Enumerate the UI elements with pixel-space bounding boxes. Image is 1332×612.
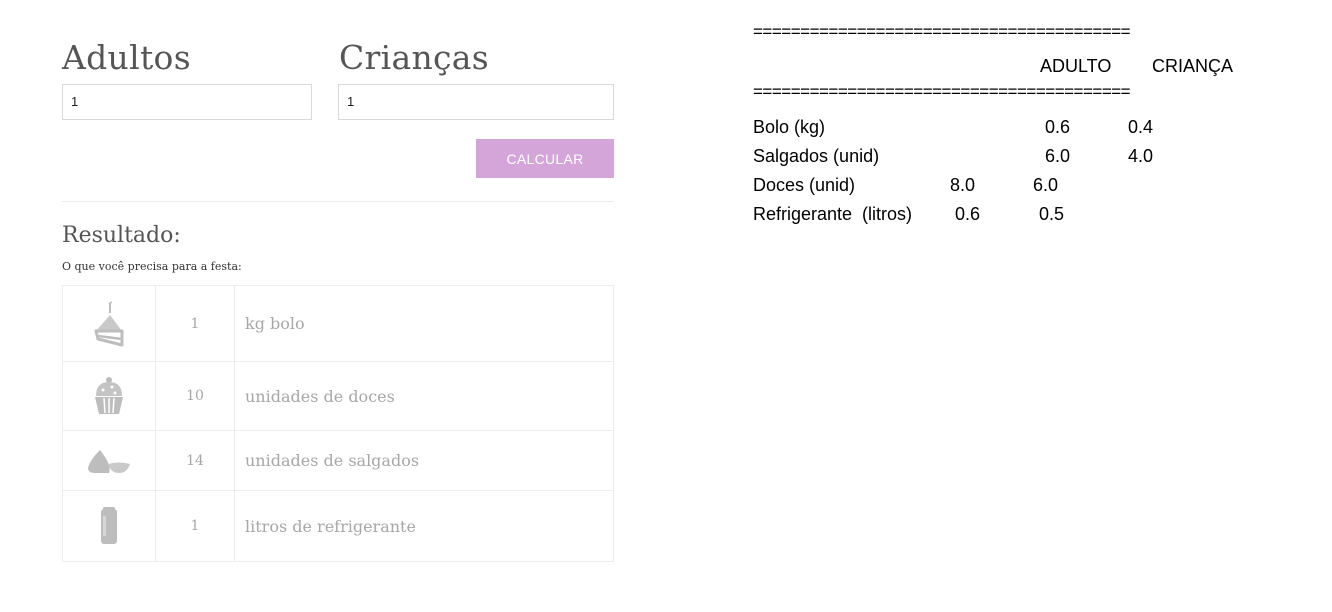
row-label: Bolo (kg) <box>753 117 826 137</box>
header-crianca: CRIANÇA <box>1152 56 1234 76</box>
criancas-input[interactable]: 1 <box>338 84 614 120</box>
criancas-label: Crianças <box>339 38 489 77</box>
row-crianca: 6.0 <box>1033 175 1059 195</box>
result-subtitle: O que você precisa para a festa: <box>62 260 242 273</box>
divider <box>62 201 614 202</box>
adultos-input[interactable]: 1 <box>62 84 312 120</box>
header-adulto: ADULTO <box>1040 56 1112 76</box>
soda-can-icon <box>62 490 156 562</box>
description-cell: unidades de doces <box>234 361 614 431</box>
separator-line: ======================================== <box>753 82 1131 101</box>
quantity-cell: 1 <box>155 490 235 562</box>
table-row: 1 litros de refrigerante <box>62 490 614 562</box>
calcular-button[interactable]: CALCULAR <box>476 139 614 178</box>
table-row: 1 kg bolo <box>62 285 614 362</box>
row-adulto: 6.0 <box>1045 146 1071 166</box>
row-label: Refrigerante (litros) <box>753 204 913 224</box>
quantity-cell: 10 <box>155 361 235 431</box>
separator-line: ======================================== <box>753 22 1131 41</box>
row-adulto: 8.0 <box>950 175 976 195</box>
quantity-cell: 1 <box>155 285 235 362</box>
description-cell: unidades de salgados <box>234 430 614 491</box>
snack-icon <box>62 430 156 491</box>
description-cell: kg bolo <box>234 285 614 362</box>
row-crianca: 4.0 <box>1128 146 1154 166</box>
adultos-label: Adultos <box>62 38 191 77</box>
row-adulto: 0.6 <box>1045 117 1071 137</box>
description-cell: litros de refrigerante <box>234 490 614 562</box>
table-row: 10 unidades de doces <box>62 361 614 431</box>
row-label: Salgados (unid) <box>753 146 880 166</box>
row-crianca: 0.4 <box>1128 117 1154 137</box>
table-row: 14 unidades de salgados <box>62 430 614 491</box>
cake-slice-icon <box>62 285 156 362</box>
row-crianca: 0.5 <box>1039 204 1065 224</box>
result-title: Resultado: <box>62 223 181 248</box>
quantity-cell: 14 <box>155 430 235 491</box>
result-table: 1 kg bolo 10 unidades de doces 14 unidad… <box>62 285 614 562</box>
cupcake-icon <box>62 361 156 431</box>
row-label: Doces (unid) <box>753 175 856 195</box>
row-adulto: 0.6 <box>955 204 981 224</box>
